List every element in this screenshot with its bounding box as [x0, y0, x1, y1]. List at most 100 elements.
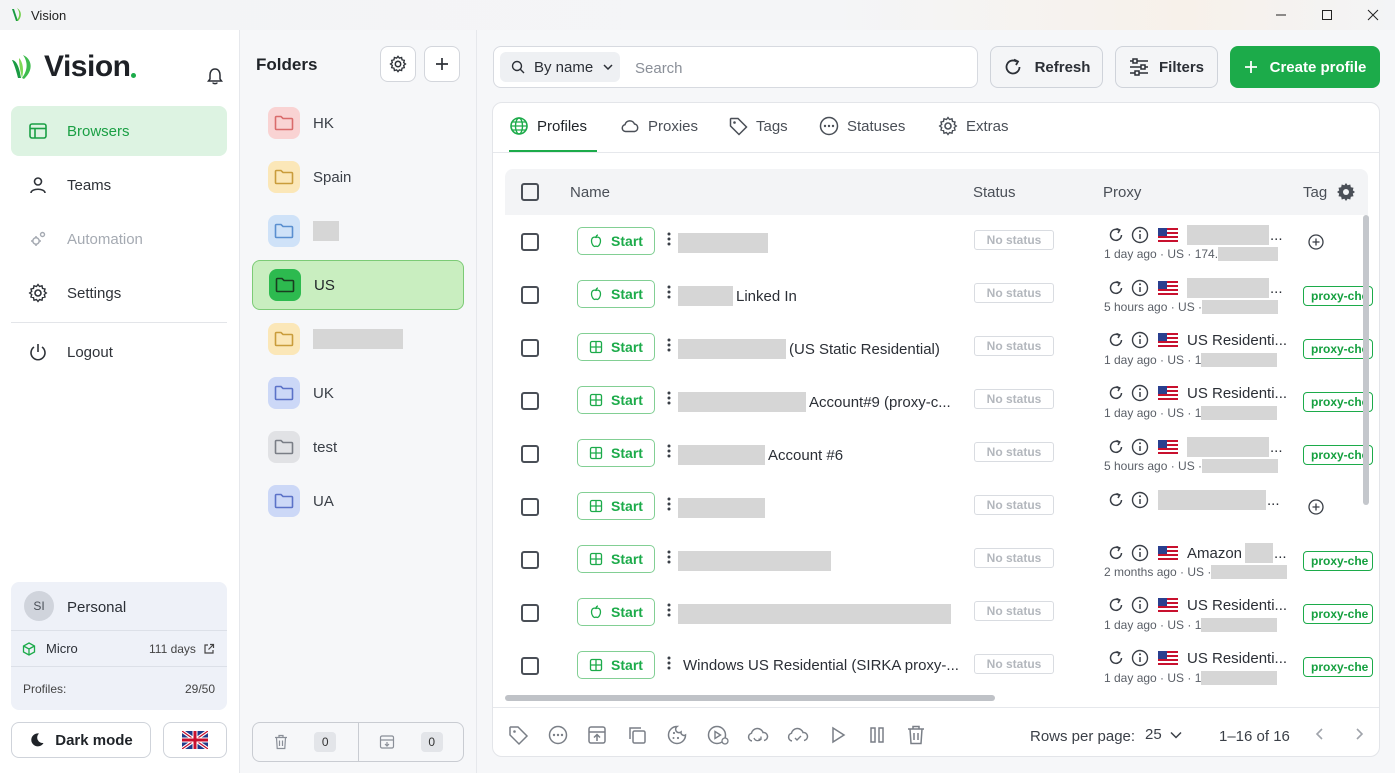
status-badge[interactable]: No status: [974, 442, 1054, 462]
profile-name[interactable]: Linked In: [678, 286, 797, 306]
folder-item[interactable]: HK: [252, 98, 464, 148]
search-input[interactable]: Search: [635, 60, 683, 77]
info-icon[interactable]: [1131, 279, 1149, 297]
nav-teams[interactable]: Teams: [11, 160, 227, 210]
status-badge[interactable]: No status: [974, 389, 1054, 409]
dark-mode-button[interactable]: Dark mode: [11, 722, 151, 758]
nav-browsers[interactable]: Browsers: [11, 106, 227, 156]
row-checkbox[interactable]: [521, 604, 539, 622]
row-menu-icon[interactable]: [664, 282, 674, 302]
refresh-button[interactable]: Refresh: [990, 46, 1103, 88]
archive-button[interactable]: 0: [357, 723, 464, 761]
tag-pill[interactable]: proxy-che: [1303, 551, 1373, 571]
add-tag-icon[interactable]: [1307, 233, 1325, 251]
profile-name[interactable]: [678, 604, 951, 624]
row-menu-icon[interactable]: [664, 441, 674, 461]
tab-proxies[interactable]: Proxies: [620, 118, 698, 152]
minimize-button[interactable]: [1258, 0, 1304, 30]
tab-tags[interactable]: Tags: [728, 117, 788, 152]
refresh-icon[interactable]: [1107, 331, 1125, 349]
table-row[interactable]: Start No status Amazon... 2 months ago · US…: [505, 533, 1373, 586]
start-button[interactable]: Start: [577, 545, 655, 573]
tab-extras[interactable]: Extras: [938, 116, 1009, 152]
table-row[interactable]: Start Windows US Residential (SIRKA proxy…: [505, 639, 1373, 692]
add-folder-button[interactable]: [424, 46, 460, 82]
start-button[interactable]: Start: [577, 386, 655, 414]
start-automation-icon[interactable]: [706, 724, 730, 746]
refresh-icon[interactable]: [1107, 279, 1125, 297]
nav-automation[interactable]: Automation: [11, 214, 227, 264]
start-button[interactable]: Start: [577, 492, 655, 520]
row-checkbox[interactable]: [521, 657, 539, 675]
horizontal-scrollbar[interactable]: [505, 695, 995, 701]
status-badge[interactable]: No status: [974, 230, 1054, 250]
table-row[interactable]: Start Linked In No status... 5 hours ago · …: [505, 268, 1373, 321]
folder-item[interactable]: [252, 314, 464, 364]
chevron-right-icon[interactable]: [1353, 727, 1365, 741]
profile-name[interactable]: [678, 551, 831, 571]
select-all-checkbox[interactable]: [521, 183, 539, 201]
profile-name[interactable]: Account#9 (proxy-c...: [678, 392, 951, 412]
refresh-icon[interactable]: [1107, 491, 1125, 509]
info-icon[interactable]: [1131, 438, 1149, 456]
cloud-check-icon[interactable]: [786, 724, 810, 746]
vertical-scrollbar[interactable]: [1363, 215, 1369, 505]
row-menu-icon[interactable]: [664, 335, 674, 355]
start-button[interactable]: Start: [577, 598, 655, 626]
folder-settings-button[interactable]: [380, 46, 416, 82]
folder-item[interactable]: test: [252, 422, 464, 472]
refresh-icon[interactable]: [1107, 544, 1125, 562]
status-badge[interactable]: No status: [974, 654, 1054, 674]
maximize-button[interactable]: [1304, 0, 1350, 30]
language-button[interactable]: [163, 722, 227, 758]
info-icon[interactable]: [1131, 596, 1149, 614]
table-row[interactable]: Start Account #6 No status... 5 hours ago ·…: [505, 427, 1373, 480]
copy-icon[interactable]: [626, 724, 648, 746]
folder-item[interactable]: UA: [252, 476, 464, 526]
tab-profiles[interactable]: Profiles: [509, 117, 597, 152]
row-checkbox[interactable]: [521, 286, 539, 304]
bell-icon[interactable]: [207, 67, 223, 85]
info-icon[interactable]: [1131, 331, 1149, 349]
status-badge[interactable]: No status: [974, 283, 1054, 303]
folder-item[interactable]: UK: [252, 368, 464, 418]
create-profile-button[interactable]: Create profile: [1230, 46, 1380, 88]
filters-button[interactable]: Filters: [1115, 46, 1218, 88]
refresh-icon[interactable]: [1107, 438, 1125, 456]
nav-settings[interactable]: Settings: [11, 268, 227, 318]
folder-item[interactable]: [252, 206, 464, 256]
profile-name[interactable]: [678, 498, 765, 518]
start-button[interactable]: Start: [577, 280, 655, 308]
row-menu-icon[interactable]: [664, 547, 674, 567]
col-tag[interactable]: Tag: [1303, 184, 1327, 201]
info-icon[interactable]: [1131, 544, 1149, 562]
trash-button[interactable]: 0: [253, 723, 358, 761]
table-row[interactable]: Start No status... 1 day ago · US · 174.: [505, 215, 1355, 268]
add-tag-icon[interactable]: [1307, 498, 1325, 516]
nav-logout[interactable]: Logout: [11, 327, 227, 377]
tab-statuses[interactable]: Statuses: [819, 116, 905, 152]
refresh-icon[interactable]: [1107, 649, 1125, 667]
start-button[interactable]: Start: [577, 227, 655, 255]
pause-icon[interactable]: [867, 724, 887, 746]
folder-item[interactable]: US: [252, 260, 464, 310]
profile-name[interactable]: (US Static Residential): [678, 339, 940, 359]
dots-circle-icon[interactable]: [547, 724, 569, 746]
sync-cloud-icon[interactable]: [746, 724, 770, 746]
row-checkbox[interactable]: [521, 392, 539, 410]
play-icon[interactable]: [828, 724, 848, 746]
tag-pill[interactable]: proxy-che: [1303, 657, 1373, 677]
profile-name[interactable]: Account #6: [678, 445, 843, 465]
rows-per-page-select[interactable]: 25: [1145, 726, 1182, 743]
start-button[interactable]: Start: [577, 651, 655, 679]
row-menu-icon[interactable]: [664, 600, 674, 620]
row-checkbox[interactable]: [521, 551, 539, 569]
row-menu-icon[interactable]: [664, 653, 674, 673]
profile-name[interactable]: [678, 233, 768, 253]
trash-icon[interactable]: [906, 724, 926, 746]
status-badge[interactable]: No status: [974, 495, 1054, 515]
status-badge[interactable]: No status: [974, 601, 1054, 621]
col-proxy[interactable]: Proxy: [1103, 184, 1141, 201]
start-button[interactable]: Start: [577, 333, 655, 361]
row-menu-icon[interactable]: [664, 494, 674, 514]
